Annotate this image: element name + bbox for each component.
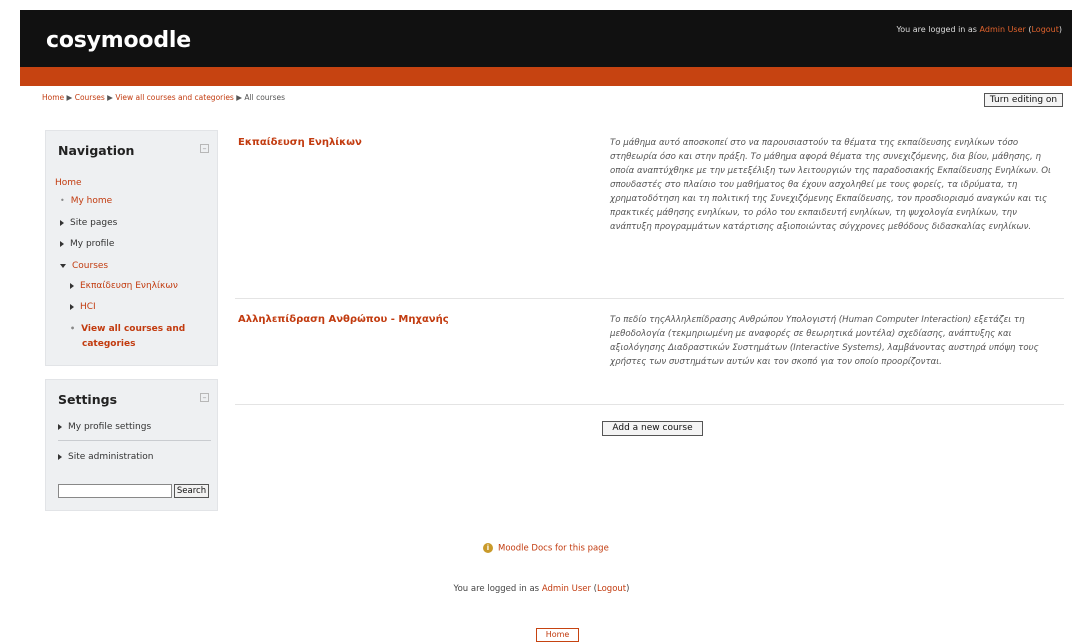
footer-user-link[interactable]: Admin User <box>542 584 591 594</box>
search-button[interactable]: Search <box>174 484 209 498</box>
site-header: cosymoodle You are logged in as Admin Us… <box>20 10 1072 67</box>
collapse-settings-icon[interactable]: – <box>200 393 209 402</box>
login-info-top: You are logged in as Admin User (Logout) <box>896 25 1062 34</box>
add-new-course-button[interactable]: Add a new course <box>602 421 703 436</box>
breadcrumb: Home ▶ Courses ▶ View all courses and ca… <box>42 93 285 102</box>
course-row: Εκπαίδευση Ενηλίκων Το μάθημα αυτό αποσκ… <box>235 128 1064 299</box>
expand-arrow-icon <box>60 240 64 247</box>
user-link[interactable]: Admin User <box>980 25 1026 34</box>
nav-my-home-label: My home <box>70 196 113 206</box>
breadcrumb-view-all[interactable]: View all courses and categories <box>115 93 234 102</box>
nav-course-hci[interactable]: HCI <box>70 302 96 312</box>
expand-arrow-icon <box>58 423 62 430</box>
site-name[interactable]: cosymoodle <box>46 28 191 53</box>
nav-my-home[interactable]: • My home <box>60 196 112 206</box>
nav-site-pages-label: Site pages <box>70 218 118 228</box>
navigation-block: Navigation – Home • My home Site pages My… <box>45 130 218 366</box>
course-summary: Το πεδίο τηςΑλληλεπίδρασης Ανθρώπου Υπολ… <box>610 315 1039 367</box>
navigation-title: Navigation <box>58 143 135 158</box>
settings-my-profile[interactable]: My profile settings <box>58 422 151 432</box>
settings-site-admin-label: Site administration <box>68 452 154 462</box>
moodle-docs: i Moodle Docs for this page <box>483 543 609 554</box>
expand-arrow-icon <box>70 282 74 289</box>
home-button[interactable]: Home <box>536 628 579 642</box>
settings-my-profile-label: My profile settings <box>68 422 152 432</box>
collapse-navigation-icon[interactable]: – <box>200 144 209 153</box>
course-name-link[interactable]: Αλληλεπίδραση Ανθρώπου - Μηχανής <box>238 314 449 325</box>
nav-home-label: Home <box>55 178 82 188</box>
header-accent-bar <box>20 67 1072 86</box>
nav-view-all-label: View all courses and <box>81 324 186 334</box>
breadcrumb-separator: ▶ <box>233 93 245 102</box>
breadcrumb-separator: ▶ <box>104 93 116 102</box>
bullet-icon: • <box>70 324 76 333</box>
course-summary: Το μάθημα αυτό αποσκοπεί στο να παρουσια… <box>610 138 1051 232</box>
nav-courses[interactable]: Courses <box>60 261 108 271</box>
settings-block: Settings – My profile settings Site admi… <box>45 379 218 511</box>
turn-editing-on-button[interactable]: Turn editing on <box>984 93 1063 107</box>
course-row: Αλληλεπίδραση Ανθρώπου - Μηχανής Το πεδί… <box>235 305 1064 405</box>
breadcrumb-current: All courses <box>244 93 286 102</box>
settings-divider <box>58 440 211 441</box>
course-name-link[interactable]: Εκπαίδευση Ενηλίκων <box>238 137 362 148</box>
paren-close: ) <box>1058 25 1062 34</box>
nav-courses-label: Courses <box>72 261 109 271</box>
nav-view-all-courses-line2[interactable]: categories <box>82 339 135 349</box>
nav-view-all-courses[interactable]: • View all courses and <box>70 324 185 334</box>
nav-view-all-label-2: categories <box>82 339 136 349</box>
paren-close: ) <box>626 584 630 594</box>
login-prefix: You are logged in as <box>896 25 977 34</box>
breadcrumb-separator: ▶ <box>64 93 75 102</box>
bullet-icon: • <box>60 196 65 205</box>
breadcrumb-home[interactable]: Home <box>42 93 64 102</box>
nav-my-profile[interactable]: My profile <box>60 239 114 249</box>
info-icon: i <box>483 543 493 553</box>
nav-course-hci-label: HCI <box>80 302 96 312</box>
expand-arrow-icon <box>70 303 74 310</box>
moodle-docs-link[interactable]: Moodle Docs for this page <box>498 544 609 554</box>
nav-home[interactable]: Home <box>55 178 82 188</box>
nav-site-pages[interactable]: Site pages <box>60 218 117 228</box>
breadcrumb-courses[interactable]: Courses <box>75 93 105 102</box>
settings-site-administration[interactable]: Site administration <box>58 452 154 462</box>
settings-search-input[interactable] <box>58 484 172 498</box>
footer-logout-link[interactable]: Logout <box>597 584 626 594</box>
logout-link[interactable]: Logout <box>1031 25 1058 34</box>
expand-arrow-icon <box>60 219 64 226</box>
nav-course-adult-education-label: Εκπαίδευση Ενηλίκων <box>80 281 178 291</box>
footer-login-prefix: You are logged in as <box>453 584 540 594</box>
nav-my-profile-label: My profile <box>70 239 115 249</box>
settings-title: Settings <box>58 392 118 407</box>
expand-arrow-icon <box>58 453 62 460</box>
nav-course-adult-education[interactable]: Εκπαίδευση Ενηλίκων <box>70 281 178 291</box>
login-info-footer: You are logged in as Admin User (Logout) <box>0 584 1083 594</box>
collapse-arrow-icon <box>60 263 66 268</box>
